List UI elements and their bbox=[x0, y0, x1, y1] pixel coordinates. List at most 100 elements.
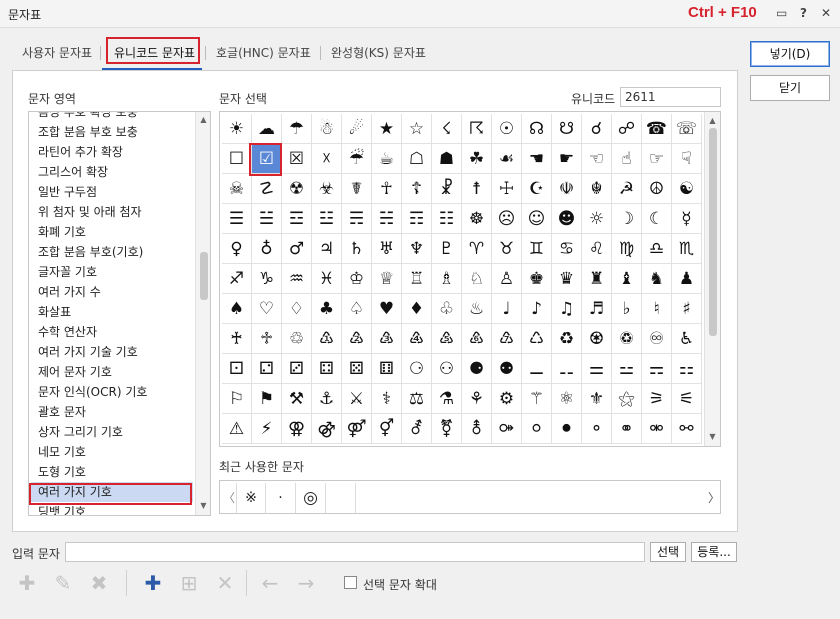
character-cell[interactable]: ♏ bbox=[672, 234, 702, 264]
character-cell[interactable]: ⚐ bbox=[222, 384, 252, 414]
character-cell[interactable]: ♽ bbox=[612, 324, 642, 354]
character-cell[interactable]: ♣ bbox=[312, 294, 342, 324]
character-cell[interactable]: ⚫ bbox=[552, 414, 582, 444]
character-cell[interactable]: ⚑ bbox=[252, 384, 282, 414]
character-cell[interactable]: ♂ bbox=[282, 234, 312, 264]
character-cell[interactable]: ☏ bbox=[672, 114, 702, 144]
character-cell[interactable]: ☠ bbox=[222, 174, 252, 204]
character-cell[interactable]: ☌ bbox=[582, 114, 612, 144]
character-cell[interactable]: ♗ bbox=[432, 264, 462, 294]
character-cell[interactable]: ☥ bbox=[372, 174, 402, 204]
character-cell[interactable]: ⚟ bbox=[672, 384, 702, 414]
character-cell[interactable]: ♀ bbox=[222, 234, 252, 264]
character-cell[interactable]: ⚗ bbox=[432, 384, 462, 414]
character-cell[interactable]: ♕ bbox=[372, 264, 402, 294]
character-cell[interactable]: ⚌ bbox=[582, 354, 612, 384]
character-cell[interactable]: ☀ bbox=[222, 114, 252, 144]
character-cell[interactable]: ♈ bbox=[462, 234, 492, 264]
character-cell[interactable]: ⚒ bbox=[282, 384, 312, 414]
character-cell[interactable]: ♐ bbox=[222, 264, 252, 294]
character-cell[interactable]: ☪ bbox=[522, 174, 552, 204]
character-cell[interactable]: ♉ bbox=[492, 234, 522, 264]
character-cell[interactable]: ☨ bbox=[462, 174, 492, 204]
character-cell[interactable]: ⚠ bbox=[222, 414, 252, 444]
delete-user-char-icon[interactable]: ✖ bbox=[84, 568, 114, 598]
character-cell[interactable]: ⚦ bbox=[402, 414, 432, 444]
character-cell[interactable]: ☮ bbox=[642, 174, 672, 204]
unicode-code-field[interactable]: 2611 bbox=[620, 87, 721, 107]
area-list-item[interactable]: 글자꼴 기호 bbox=[38, 262, 97, 282]
area-list-item[interactable]: 괄호 문자 bbox=[38, 402, 86, 422]
character-cell[interactable]: ♴ bbox=[342, 324, 372, 354]
character-cell[interactable]: ♛ bbox=[552, 264, 582, 294]
character-cell[interactable]: ♧ bbox=[432, 294, 462, 324]
tab-hnc-chart[interactable]: 호글(HNC) 문자표 bbox=[216, 44, 311, 61]
character-cell[interactable]: ☇ bbox=[432, 114, 462, 144]
recent-char[interactable] bbox=[326, 483, 356, 513]
character-cell[interactable]: ⚥ bbox=[372, 414, 402, 444]
character-cell[interactable]: ☙ bbox=[492, 144, 522, 174]
character-cell[interactable]: ♩ bbox=[492, 294, 522, 324]
character-cell[interactable]: ♝ bbox=[612, 264, 642, 294]
character-cell[interactable]: ⚘ bbox=[462, 384, 492, 414]
character-cell[interactable]: ♢ bbox=[282, 294, 312, 324]
character-cell[interactable]: ☓ bbox=[312, 144, 342, 174]
area-list-item[interactable]: 네모 기호 bbox=[38, 442, 86, 462]
area-list[interactable]: 음성 부호 확장 보충 조합 분음 부호 보충 라틴어 추가 확장 그리스어 확장 일반… bbox=[28, 111, 211, 516]
character-cell[interactable]: ♲ bbox=[282, 324, 312, 354]
close-icon[interactable]: ✕ bbox=[821, 6, 831, 20]
character-cell[interactable]: ☦ bbox=[402, 174, 432, 204]
character-cell[interactable]: ♠ bbox=[222, 294, 252, 324]
character-cell[interactable]: ♼ bbox=[582, 324, 612, 354]
add-icon[interactable]: ✚ bbox=[138, 568, 168, 598]
character-cell[interactable]: ♜ bbox=[582, 264, 612, 294]
character-cell[interactable]: ♮ bbox=[642, 294, 672, 324]
character-cell[interactable]: ⚢ bbox=[282, 414, 312, 444]
delete-icon[interactable]: ✕ bbox=[210, 568, 240, 598]
character-cell[interactable]: ⚁ bbox=[252, 354, 282, 384]
character-cell[interactable]: ♑ bbox=[252, 264, 282, 294]
character-cell[interactable]: ⚉ bbox=[492, 354, 522, 384]
character-cell[interactable]: ⚎ bbox=[642, 354, 672, 384]
character-cell[interactable]: ♄ bbox=[342, 234, 372, 264]
character-cell[interactable]: ⚖ bbox=[402, 384, 432, 414]
character-cell[interactable]: ☳ bbox=[312, 204, 342, 234]
area-list-item[interactable]: 그리스어 확장 bbox=[38, 162, 108, 182]
character-cell[interactable]: ♓ bbox=[312, 264, 342, 294]
area-list-item[interactable]: 여러 가지 수 bbox=[38, 282, 101, 302]
character-cell[interactable]: ♅ bbox=[372, 234, 402, 264]
character-cell[interactable]: ☔ bbox=[342, 144, 372, 174]
recent-char[interactable]: ◎ bbox=[296, 483, 326, 513]
character-cell[interactable]: ⚇ bbox=[432, 354, 462, 384]
grid-scrollbar[interactable]: ▲ ▼ bbox=[704, 112, 720, 446]
character-cell[interactable]: ⚯ bbox=[672, 414, 702, 444]
character-cell[interactable]: ☝ bbox=[612, 144, 642, 174]
character-cell[interactable]: ⚍ bbox=[612, 354, 642, 384]
select-button[interactable]: 선택 bbox=[650, 542, 686, 562]
character-cell[interactable]: ☍ bbox=[612, 114, 642, 144]
character-cell[interactable]: ★ bbox=[372, 114, 402, 144]
move-right-icon[interactable]: → bbox=[291, 568, 321, 598]
character-cell[interactable]: ☤ bbox=[342, 174, 372, 204]
character-cell[interactable]: ⚩ bbox=[492, 414, 522, 444]
character-cell[interactable]: ♦ bbox=[402, 294, 432, 324]
character-cell[interactable]: ☟ bbox=[672, 144, 702, 174]
character-cell[interactable]: ♸ bbox=[462, 324, 492, 354]
scroll-thumb[interactable] bbox=[709, 128, 717, 336]
character-cell[interactable]: ♻ bbox=[552, 324, 582, 354]
area-list-item[interactable]: 화폐 기호 bbox=[38, 222, 86, 242]
character-cell[interactable]: ♡ bbox=[252, 294, 282, 324]
character-cell[interactable]: ♇ bbox=[432, 234, 462, 264]
character-cell[interactable]: ⚏ bbox=[672, 354, 702, 384]
area-list-scrollbar[interactable]: ▲ ▼ bbox=[195, 112, 210, 515]
character-cell[interactable]: ♍ bbox=[612, 234, 642, 264]
character-cell[interactable]: ☽ bbox=[612, 204, 642, 234]
edit-char-icon[interactable]: ✎ bbox=[48, 568, 78, 598]
character-cell[interactable]: ⚨ bbox=[462, 414, 492, 444]
character-cell[interactable]: ☘ bbox=[462, 144, 492, 174]
character-cell[interactable]: ⚆ bbox=[402, 354, 432, 384]
character-cell[interactable]: ♯ bbox=[672, 294, 702, 324]
character-cell[interactable]: ♋ bbox=[552, 234, 582, 264]
character-cell[interactable]: ♱ bbox=[252, 324, 282, 354]
character-cell[interactable]: ⚬ bbox=[582, 414, 612, 444]
